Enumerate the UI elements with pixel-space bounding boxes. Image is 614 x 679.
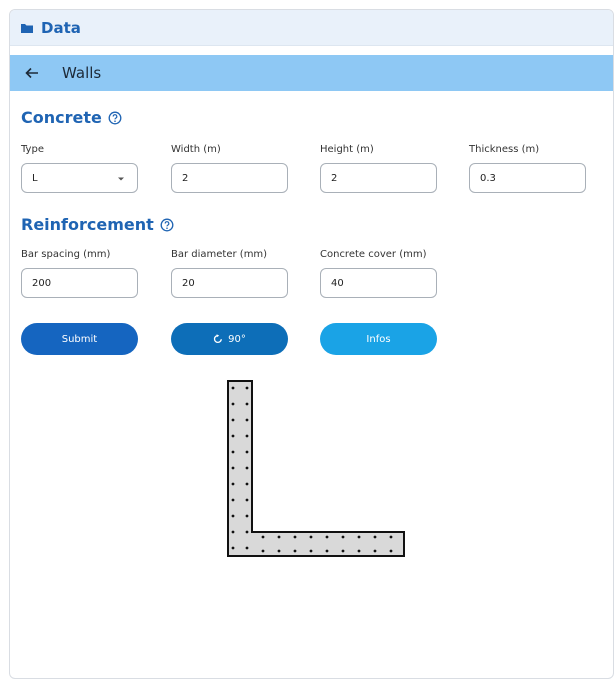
rebar-dot bbox=[261, 535, 265, 539]
type-select[interactable]: L bbox=[21, 163, 138, 193]
page-title: Walls bbox=[62, 64, 102, 82]
rebar-dot bbox=[231, 530, 235, 534]
rebar-dot bbox=[231, 386, 235, 390]
rebar-dot bbox=[231, 498, 235, 502]
rebar-dot bbox=[231, 402, 235, 406]
rebar-dot bbox=[245, 530, 249, 534]
width-field[interactable] bbox=[171, 163, 288, 193]
height-input[interactable] bbox=[331, 172, 421, 184]
rebar-dots bbox=[231, 386, 393, 553]
rebar-dot bbox=[309, 549, 313, 553]
bar-diameter-input[interactable] bbox=[182, 277, 272, 289]
wall-section-drawing bbox=[227, 380, 405, 557]
reinforcement-title-text: Reinforcement bbox=[21, 215, 154, 234]
infos-button[interactable]: Infos bbox=[320, 323, 437, 355]
bar-diameter-field[interactable] bbox=[171, 268, 288, 298]
submit-button-label: Submit bbox=[61, 333, 98, 345]
rebar-dot bbox=[231, 418, 235, 422]
rebar-dot bbox=[231, 546, 235, 550]
rebar-dot bbox=[245, 402, 249, 406]
l-wall-outline bbox=[227, 380, 405, 557]
rebar-dot bbox=[231, 450, 235, 454]
rebar-dot bbox=[373, 535, 377, 539]
rebar-dot bbox=[245, 466, 249, 470]
rebar-dot bbox=[341, 549, 345, 553]
rebar-dot bbox=[231, 434, 235, 438]
rebar-dot bbox=[277, 535, 281, 539]
rebar-dot bbox=[231, 514, 235, 518]
rebar-dot bbox=[245, 434, 249, 438]
width-input[interactable] bbox=[182, 172, 272, 184]
rebar-dot bbox=[309, 535, 313, 539]
rebar-dot bbox=[245, 546, 249, 550]
thickness-field[interactable] bbox=[469, 163, 586, 193]
rebar-dot bbox=[325, 549, 329, 553]
rebar-dot bbox=[277, 549, 281, 553]
rebar-dot bbox=[231, 482, 235, 486]
folder-icon bbox=[20, 21, 34, 35]
height-field[interactable] bbox=[320, 163, 437, 193]
rebar-dot bbox=[293, 535, 297, 539]
rebar-dot bbox=[341, 535, 345, 539]
bar-diameter-label: Bar diameter (mm) bbox=[171, 249, 268, 260]
infos-button-label: Infos bbox=[366, 333, 391, 345]
concrete-title-text: Concrete bbox=[21, 108, 102, 127]
arrow-left-icon[interactable] bbox=[24, 65, 40, 81]
concrete-cover-input[interactable] bbox=[331, 277, 421, 289]
rebar-dot bbox=[357, 535, 361, 539]
type-label: Type bbox=[21, 144, 44, 155]
reinforcement-section-title: Reinforcement bbox=[21, 215, 174, 234]
thickness-label: Thickness (m) bbox=[469, 144, 540, 155]
rebar-dot bbox=[231, 466, 235, 470]
app-title: Data bbox=[41, 18, 81, 37]
width-label: Width (m) bbox=[171, 144, 221, 155]
rebar-dot bbox=[245, 514, 249, 518]
rotate-button[interactable]: 90° bbox=[171, 323, 288, 355]
concrete-cover-label: Concrete cover (mm) bbox=[320, 249, 427, 260]
rebar-dot bbox=[261, 549, 265, 553]
rebar-dot bbox=[245, 386, 249, 390]
rotate-button-label: 90° bbox=[228, 333, 246, 345]
rebar-dot bbox=[293, 549, 297, 553]
app-window: Data Walls Concrete Type Width (m) Heigh… bbox=[9, 9, 614, 679]
rebar-dot bbox=[389, 535, 393, 539]
rotate-icon bbox=[213, 334, 223, 344]
rebar-dot bbox=[245, 418, 249, 422]
bar-spacing-input[interactable] bbox=[32, 277, 122, 289]
nav-bar: Walls bbox=[10, 55, 613, 91]
type-select-value: L bbox=[32, 172, 38, 184]
height-label: Height (m) bbox=[320, 144, 374, 155]
help-circle-icon[interactable] bbox=[160, 218, 174, 232]
rebar-dot bbox=[325, 535, 329, 539]
rebar-dot bbox=[357, 549, 361, 553]
concrete-cover-field[interactable] bbox=[320, 268, 437, 298]
rebar-dot bbox=[245, 482, 249, 486]
rebar-dot bbox=[373, 549, 377, 553]
rebar-dot bbox=[245, 498, 249, 502]
bar-spacing-label: Bar spacing (mm) bbox=[21, 249, 111, 260]
concrete-section-title: Concrete bbox=[21, 108, 122, 127]
help-circle-icon[interactable] bbox=[108, 111, 122, 125]
title-bar: Data bbox=[10, 10, 613, 46]
submit-button[interactable]: Submit bbox=[21, 323, 138, 355]
thickness-input[interactable] bbox=[480, 172, 570, 184]
rebar-dot bbox=[245, 450, 249, 454]
chevron-down-icon bbox=[117, 176, 125, 182]
bar-spacing-field[interactable] bbox=[21, 268, 138, 298]
rebar-dot bbox=[389, 549, 393, 553]
